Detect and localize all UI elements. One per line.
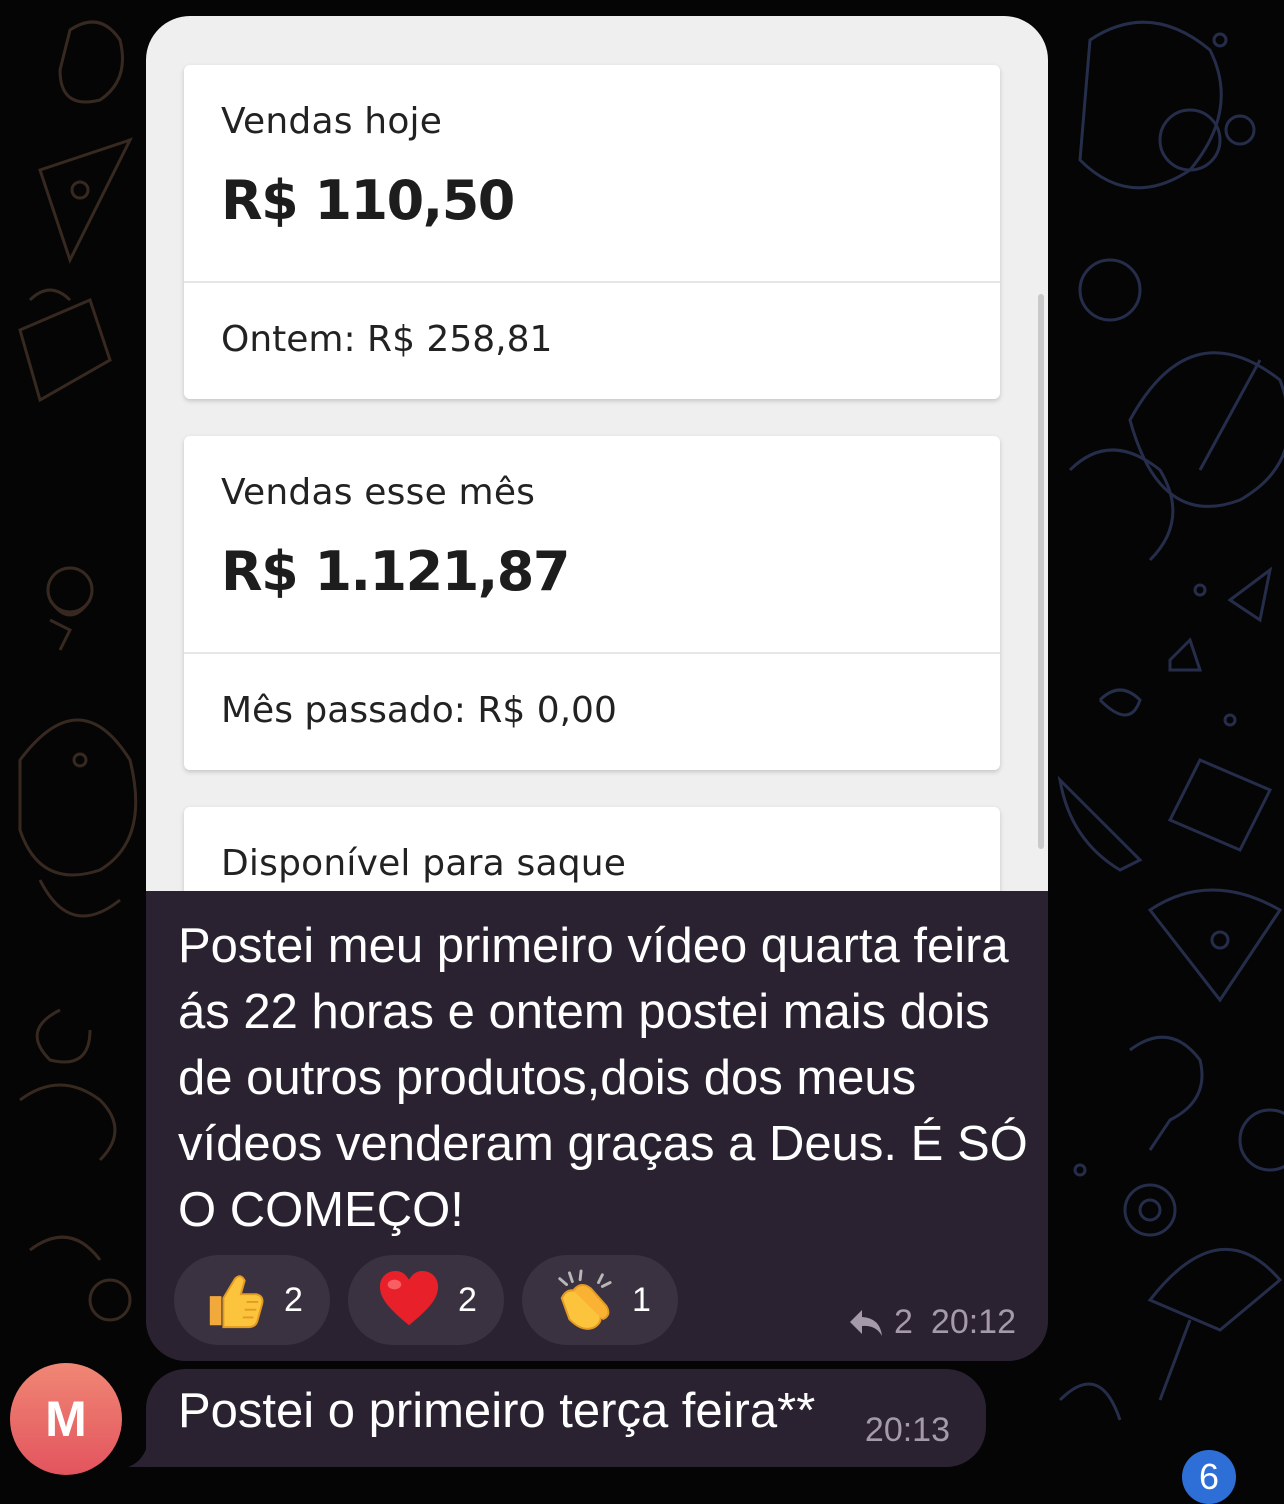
sales-month-title: Vendas esse mês <box>221 472 536 513</box>
clapping-hands-icon <box>558 1269 612 1330</box>
reaction-count: 2 <box>458 1280 477 1319</box>
heart-icon <box>379 1270 439 1326</box>
sales-today-card: Vendas hoje R$ 110,50 Ontem: R$ 258,81 <box>184 65 1000 399</box>
reaction-count: 2 <box>284 1280 303 1319</box>
unread-count-badge[interactable]: 6 <box>1182 1450 1236 1504</box>
avatar[interactable]: M <box>10 1363 122 1475</box>
avatar-letter: M <box>45 1391 87 1447</box>
available-withdraw-title: Disponível para saque <box>221 843 627 884</box>
message-time: 20:12 <box>930 1303 1016 1341</box>
sales-month-amount: R$ 1.121,87 <box>221 540 570 603</box>
reaction-count: 1 <box>632 1280 651 1319</box>
sales-last-month-text: Mês passado: R$ 0,00 <box>221 690 617 731</box>
reply-arrow-icon[interactable] <box>848 1308 884 1338</box>
message-text: Postei meu primeiro vídeo quarta feira á… <box>178 919 1028 1237</box>
reply-message-text: Postei o primeiro terça feira** <box>178 1384 816 1438</box>
reply-count[interactable]: 2 <box>894 1303 913 1342</box>
reactions-row: 2 2 1 <box>174 1255 678 1345</box>
sales-yesterday-text: Ontem: R$ 258,81 <box>221 319 553 360</box>
sales-today-amount: R$ 110,50 <box>221 169 515 232</box>
reaction-thumbs-up[interactable]: 2 <box>174 1255 330 1345</box>
card-divider <box>184 281 1000 283</box>
message-meta: 2 20:12 <box>848 1303 1016 1342</box>
screenshot-scrollbar <box>1038 294 1044 849</box>
card-divider <box>184 652 1000 654</box>
message-bubble[interactable]: Postei meu primeiro vídeo quarta feira á… <box>146 891 1048 1361</box>
reply-message-bubble[interactable]: Postei o primeiro terça feira** 20:13 <box>146 1369 986 1467</box>
available-withdraw-card: Disponível para saque <box>184 807 1000 891</box>
sales-screenshot-image[interactable]: Vendas hoje R$ 110,50 Ontem: R$ 258,81 V… <box>146 16 1048 891</box>
reaction-clapping[interactable]: 1 <box>522 1255 678 1345</box>
sales-month-card: Vendas esse mês R$ 1.121,87 Mês passado:… <box>184 436 1000 770</box>
reaction-heart[interactable]: 2 <box>348 1255 504 1345</box>
sales-today-title: Vendas hoje <box>221 101 443 142</box>
reply-message-time: 20:13 <box>864 1411 950 1449</box>
thumbs-up-icon <box>209 1275 264 1329</box>
